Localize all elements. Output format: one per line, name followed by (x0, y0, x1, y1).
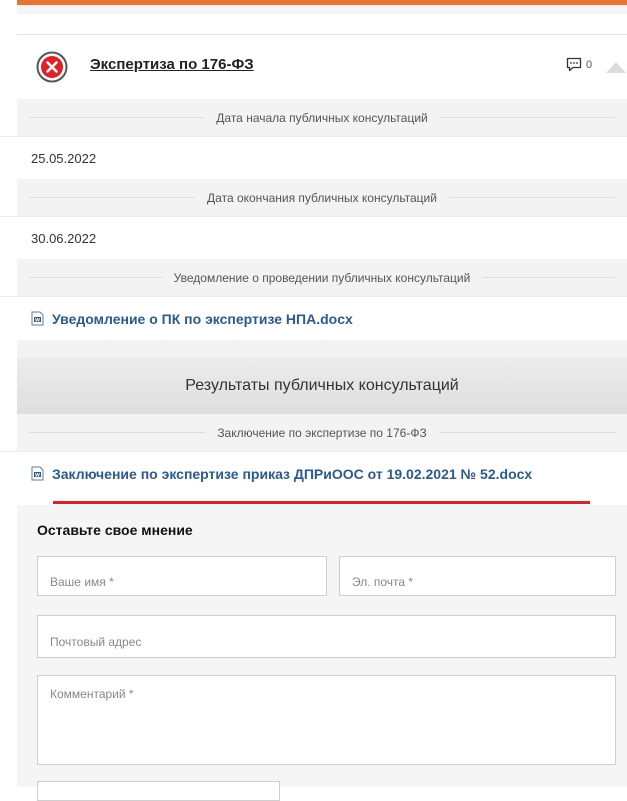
svg-text:W: W (35, 317, 40, 323)
section-gap (17, 340, 627, 358)
results-banner: Результаты публичных консультаций (17, 358, 627, 414)
address-input[interactable] (37, 615, 616, 658)
top-accent-bar (17, 0, 627, 14)
comment-textarea[interactable] (37, 675, 616, 765)
chevron-up-icon[interactable] (605, 58, 627, 74)
start-date-label: Дата начала публичных консультаций (17, 99, 627, 136)
captcha-field[interactable] (37, 781, 280, 801)
feedback-form: Оставьте свое мнение (17, 505, 627, 801)
word-doc-icon: W (31, 466, 44, 481)
conclusion-file-link[interactable]: Заключение по экспертизе приказ ДПРиООС … (52, 466, 532, 482)
expertise-card: Экспертиза по 176-ФЗ 0 Дата начала публи… (0, 34, 627, 495)
conclusion-file-row: W Заключение по экспертизе приказ ДПРиОО… (0, 451, 627, 495)
word-doc-icon: W (31, 311, 44, 326)
form-title: Оставьте свое мнение (37, 522, 193, 538)
email-input[interactable] (339, 556, 616, 596)
highlight-underline (53, 501, 590, 504)
comment-count: 0 (586, 58, 593, 71)
comment-icon (566, 57, 582, 72)
notice-file-row: W Уведомление о ПК по экспертизе НПА.doc… (0, 296, 627, 340)
notice-label: Уведомление о проведении публичных консу… (17, 259, 627, 296)
comments-counter[interactable]: 0 (566, 57, 592, 72)
start-date-value: 25.05.2022 (0, 136, 627, 179)
conclusion-label: Заключение по экспертизе по 176-ФЗ (17, 414, 627, 451)
end-date-label: Дата окончания публичных консультаций (17, 179, 627, 216)
notice-file-link[interactable]: Уведомление о ПК по экспертизе НПА.docx (52, 311, 353, 327)
card-header: Экспертиза по 176-ФЗ 0 (17, 34, 627, 99)
close-circle-icon[interactable] (36, 51, 68, 83)
end-date-value: 30.06.2022 (0, 216, 627, 259)
svg-text:W: W (35, 472, 40, 478)
expertise-title-link[interactable]: Экспертиза по 176-ФЗ (90, 56, 254, 73)
name-input[interactable] (37, 556, 327, 596)
